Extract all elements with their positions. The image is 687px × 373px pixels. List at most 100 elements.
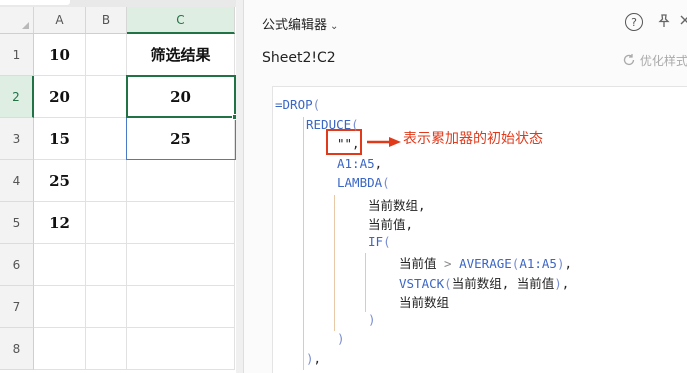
formula-line: =DROP( (275, 97, 320, 112)
formula-line: 当前值, (368, 214, 413, 233)
formula-token: A1:A5 (519, 256, 557, 271)
cell-b1[interactable] (86, 34, 127, 76)
formula-line: VSTACK(当前数组, 当前值), (399, 273, 569, 292)
cell-c8[interactable] (127, 328, 235, 370)
formula-token: ) (554, 275, 562, 291)
formula-token: 当前数组, 当前值 (451, 275, 555, 291)
formula-token: REDUCE (306, 116, 352, 132)
formula-token: , (313, 350, 322, 366)
panel-title-dropdown[interactable]: 公式编辑器 ⌄ (262, 14, 338, 33)
annotation-text: 表示累加器的初始状态 (403, 131, 543, 147)
row-header-2[interactable]: 2 (0, 76, 34, 118)
optimize-style-button[interactable]: 优化样式 (622, 52, 687, 69)
arrow-right-icon (367, 137, 401, 147)
cell-reference: Sheet2!C2 (262, 50, 336, 66)
formula-line: ) (368, 312, 376, 327)
cell-a8[interactable] (34, 328, 86, 370)
panel-title: 公式编辑器 (262, 18, 328, 33)
column-header-c[interactable]: C (127, 7, 235, 34)
cell-a6[interactable] (34, 244, 86, 286)
cell-c7[interactable] (127, 286, 235, 328)
spill-range-outline (126, 117, 236, 160)
optimize-style-label: 优化样式 (639, 54, 687, 68)
formula-code-area[interactable]: 表示累加器的初始状态 =DROP(REDUCE("", A1:A5, LAMBDA(… (272, 86, 687, 373)
pin-icon[interactable] (656, 13, 672, 33)
row-header-5[interactable]: 5 (0, 202, 34, 244)
chevron-down-icon: ⌄ (330, 21, 339, 32)
row-header-1[interactable]: 1 (0, 34, 34, 76)
formula-token: ) (337, 331, 345, 346)
formula-token: VSTACK (399, 275, 445, 291)
formula-token: AVERAGE (459, 256, 512, 271)
row-header-4[interactable]: 4 (0, 160, 34, 202)
formula-token: ) (306, 350, 314, 366)
cell-a3[interactable]: 15 (34, 118, 86, 160)
cell-b5[interactable] (86, 202, 127, 244)
cell-b7[interactable] (86, 286, 127, 328)
formula-token: IF (368, 233, 384, 249)
indent-guide (334, 194, 335, 331)
cell-a2[interactable]: 20 (34, 76, 86, 118)
row-header-7[interactable]: 7 (0, 286, 34, 328)
formula-token: ) (368, 311, 376, 327)
sheet-tab[interactable] (0, 0, 70, 5)
cell-c4[interactable] (127, 160, 235, 202)
cell-c5[interactable] (127, 202, 235, 244)
cell-a7[interactable] (34, 286, 86, 328)
formula-editor-panel: 公式编辑器 ⌄ ? Sheet2!C2 优化样式 表示累加器的初始状态 =DROP… (243, 0, 687, 373)
tab-strip (0, 0, 243, 7)
formula-token: , (564, 256, 573, 271)
row-header-6[interactable]: 6 (0, 244, 34, 286)
cell-a4[interactable]: 25 (34, 160, 86, 202)
cell-c6[interactable] (127, 244, 235, 286)
corner-triangle-icon (22, 22, 29, 29)
row-header-3[interactable]: 3 (0, 118, 34, 160)
formula-token: 当前值, (368, 217, 414, 232)
formula-token: =DROP (275, 97, 313, 112)
cell-b6[interactable] (86, 244, 127, 286)
formula-token: ( (351, 116, 359, 132)
formula-token: ( (383, 233, 391, 249)
formula-line: LAMBDA( (337, 175, 390, 190)
cell-a1[interactable]: 10 (34, 34, 86, 76)
formula-line: "", (337, 136, 360, 151)
close-icon[interactable] (678, 13, 687, 31)
formula-line: A1:A5, (337, 156, 382, 171)
cell-c1[interactable]: 筛选结果 (127, 34, 235, 76)
formula-token: , (561, 275, 570, 291)
cell-a5[interactable]: 12 (34, 202, 86, 244)
formula-token: "", (337, 136, 360, 151)
formula-line: 当前数组, (368, 195, 426, 214)
select-all-corner[interactable] (0, 7, 34, 34)
formula-line: ) (337, 331, 345, 346)
row-header-8[interactable]: 8 (0, 328, 34, 370)
help-icon[interactable]: ? (625, 13, 643, 31)
cell-b8[interactable] (86, 328, 127, 370)
cell-b2[interactable] (86, 76, 127, 118)
formula-token: 当前数组 (399, 295, 450, 310)
formula-line: 当前值 > AVERAGE(A1:A5), (399, 253, 572, 272)
formula-token: 当前数组, (368, 197, 426, 213)
formula-token: > (444, 256, 452, 271)
column-header-a[interactable]: A (34, 7, 86, 34)
formula-line: REDUCE( (306, 117, 359, 132)
active-cell-outline (126, 75, 236, 118)
formula-token: LAMBDA (337, 175, 383, 190)
formula-line: ), (306, 351, 321, 366)
formula-token: 当前值 (399, 256, 445, 271)
formula-token (452, 256, 460, 271)
formula-token: A1:A5 (337, 155, 375, 171)
formula-token: ( (382, 175, 390, 190)
cell-b4[interactable] (86, 160, 127, 202)
formula-token: ( (312, 97, 321, 112)
spreadsheet-grid: A B C 1 10 筛选结果 2 20 20 3 15 25 4 25 5 12 6 7 8 (0, 0, 243, 373)
formula-token: , (374, 155, 383, 171)
column-header-b[interactable]: B (86, 7, 127, 34)
refresh-icon (623, 54, 635, 66)
indent-guide (303, 116, 304, 370)
sheet-panel-divider[interactable] (236, 0, 243, 373)
cell-b3[interactable] (86, 118, 127, 160)
formula-line: 当前数组 (399, 292, 449, 311)
indent-guide (365, 253, 366, 312)
formula-line: IF( (368, 234, 391, 249)
